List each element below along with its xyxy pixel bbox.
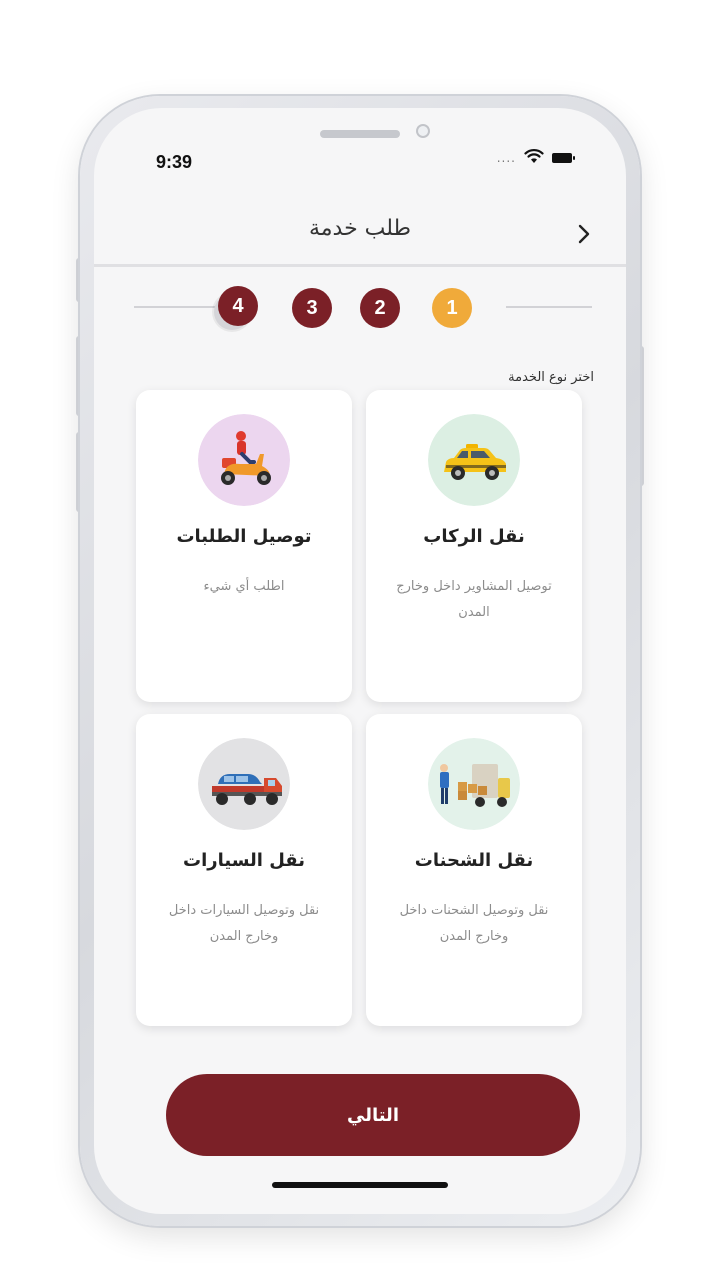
service-title: نقل السيارات [182, 850, 306, 871]
chevron-icon [578, 224, 590, 244]
service-card-cars[interactable]: نقل السيارات نقل وتوصيل السيارات داخل وخ… [136, 714, 352, 1026]
mockup-stage: 9:39 .... طلب خدمة 4 3 2 1 اختر نوع الخد… [0, 0, 704, 1280]
nav-header: طلب خدمة [94, 198, 626, 267]
service-title: نقل الشحنات [414, 850, 534, 871]
step-4[interactable]: 4 [218, 286, 258, 326]
battery-icon [552, 149, 576, 168]
page-title: طلب خدمة [308, 216, 412, 241]
service-description: اطلب أي شيء [203, 579, 285, 594]
stepper-line-left [134, 306, 220, 308]
service-card-shipments[interactable]: نقل الشحنات نقل وتوصيل الشحنات داخل وخار… [366, 714, 582, 1026]
step-2[interactable]: 2 [360, 288, 400, 328]
app-screen: 9:39 .... طلب خدمة 4 3 2 1 اختر نوع الخد… [94, 108, 626, 1214]
choose-service-label: اختر نوع الخدمة [508, 370, 594, 385]
front-camera [416, 124, 430, 138]
taxi-icon [428, 414, 520, 506]
status-icons: .... [497, 148, 576, 168]
phone-frame: 9:39 .... طلب خدمة 4 3 2 1 اختر نوع الخد… [80, 96, 640, 1226]
service-card-passengers[interactable]: نقل الركاب توصيل المشاوير داخل وخارج الم… [366, 390, 582, 702]
service-card-delivery[interactable]: توصيل الطلبات اطلب أي شيء [136, 390, 352, 702]
earpiece-speaker [320, 130, 400, 138]
signal-dots: .... [496, 151, 516, 165]
service-description: نقل وتوصيل الشحنات داخل وخارج المدن [399, 903, 549, 944]
status-time: 9:39 [156, 152, 193, 172]
scooter-delivery-icon [198, 414, 290, 506]
cargo-truck-icon [428, 738, 520, 830]
step-1[interactable]: 1 [432, 288, 472, 328]
tow-truck-icon [198, 738, 290, 830]
next-button[interactable]: التالي [166, 1074, 580, 1156]
step-3[interactable]: 3 [292, 288, 332, 328]
home-indicator [272, 1182, 448, 1188]
service-description: نقل وتوصيل السيارات داخل وخارج المدن [168, 903, 320, 944]
back-button[interactable] [572, 222, 596, 246]
service-title: توصيل الطلبات [176, 526, 312, 547]
wifi-icon [524, 148, 544, 168]
service-description: توصيل المشاوير داخل وخارج المدن [396, 579, 552, 620]
stepper-line-right [506, 306, 592, 308]
service-title: نقل الركاب [423, 526, 525, 547]
